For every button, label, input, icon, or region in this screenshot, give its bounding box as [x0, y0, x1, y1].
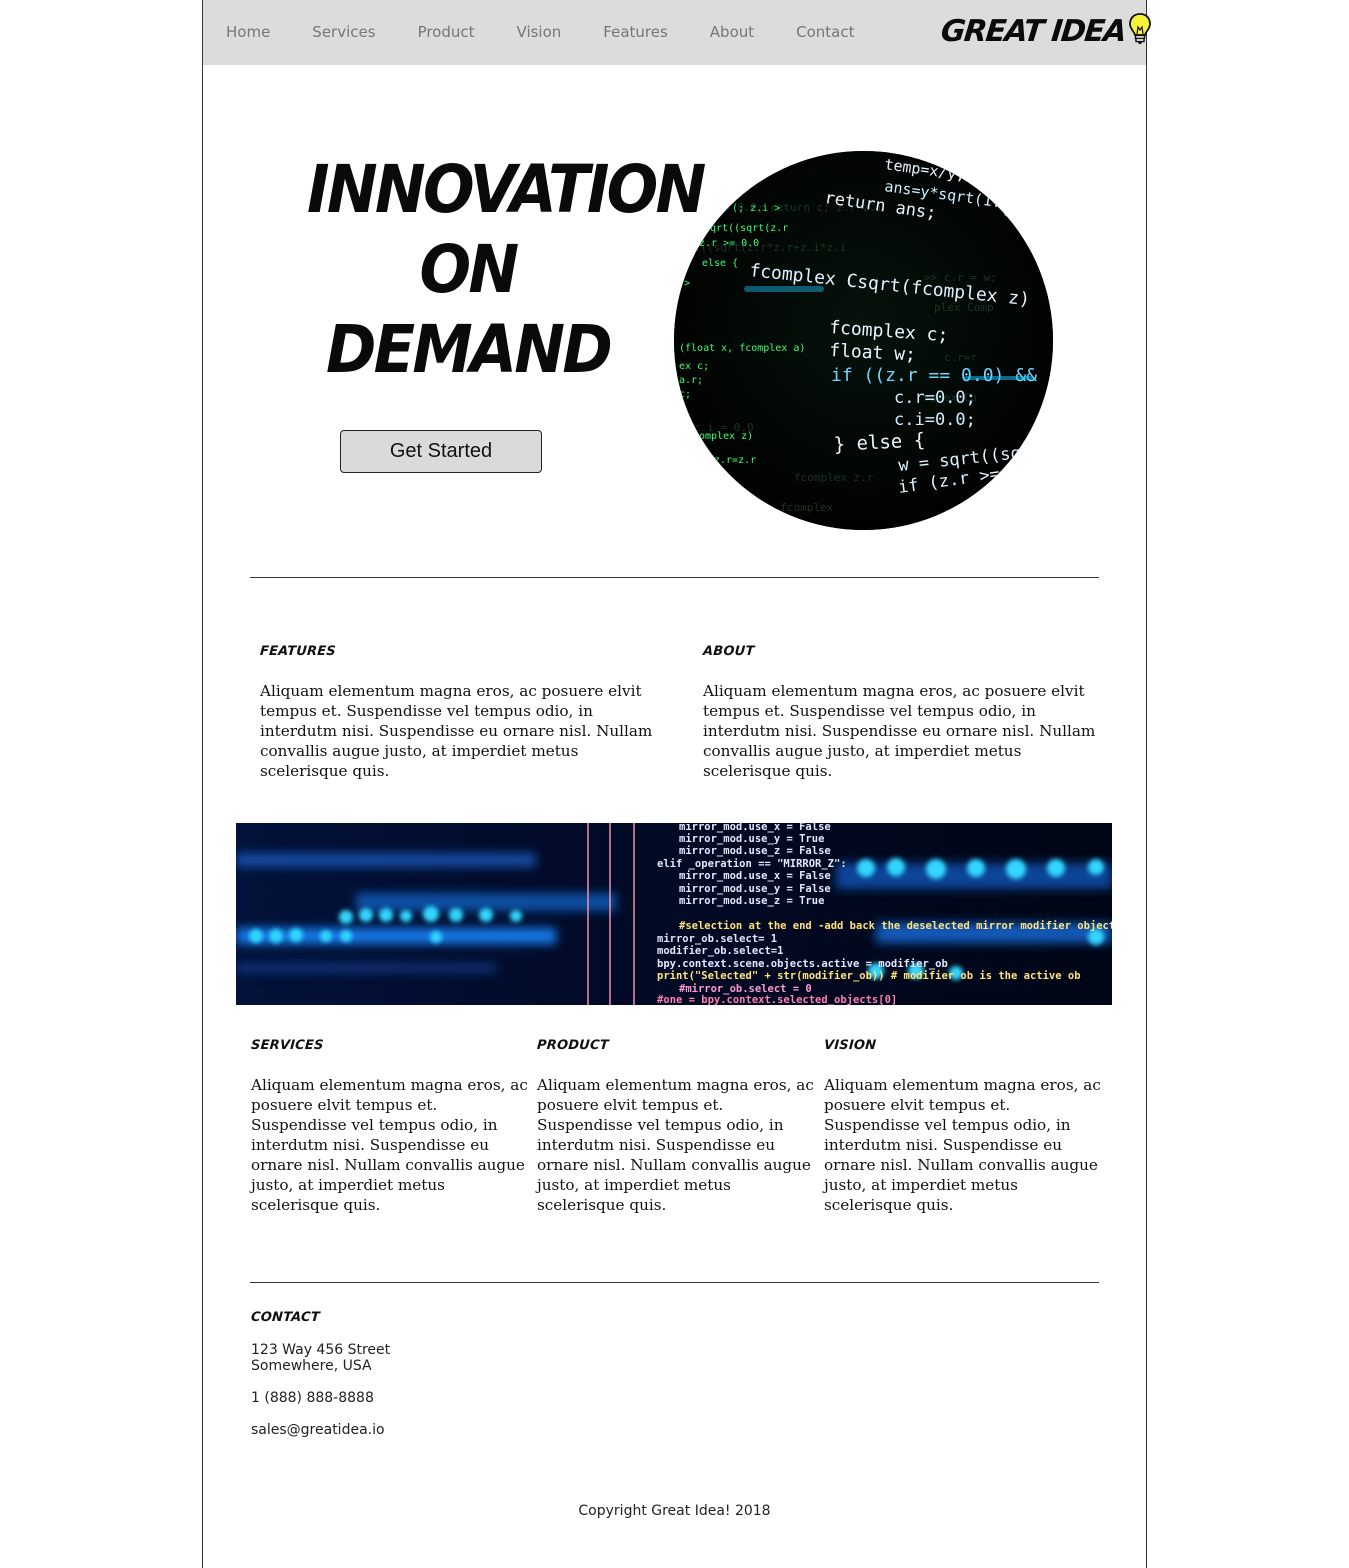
code-banner-graphic: mirror_mod.use_x = False mirror_mod.use_… [236, 823, 1112, 1005]
svg-text:c;: c; [679, 389, 691, 400]
svg-text:z.r=z.r: z.r=z.r [714, 455, 756, 466]
hero-code-line: if ((z.r == 0.0) && (z.i == 0.0)) [831, 365, 1053, 386]
vision-title: VISION [823, 1038, 877, 1053]
lightbulb-icon [1129, 13, 1152, 44]
code-screen-image: { c.i = 0.0; return c; z.r z.i sqrt((sqr… [674, 151, 1053, 530]
nav-links: Home Services Product Vision Features Ab… [226, 23, 897, 41]
nav-link-home[interactable]: Home [226, 23, 270, 41]
banner-code-line: #one = bpy.context.selected_objects[0] [657, 994, 897, 1005]
product-title: PRODUCT [536, 1038, 610, 1053]
code-banner-image: mirror_mod.use_x = False mirror_mod.use_… [236, 823, 1112, 1005]
nav-link-product[interactable]: Product [418, 23, 475, 41]
about-body: Aliquam elementum magna eros, ac posuere… [703, 682, 1096, 780]
hero-title: INNOVATION ON DEMAND [307, 150, 706, 390]
svg-text:fcomplex z.r: fcomplex z.r [794, 471, 874, 484]
banner-code-line: mirror_mod.use_z = True [679, 895, 824, 907]
banner-code-line: mirror_mod.use_z = False [679, 845, 831, 857]
services-title: SERVICES [250, 1038, 325, 1053]
svg-text:(float x, fcomplex a): (float x, fcomplex a) [679, 343, 805, 354]
banner-code-line: mirror_mod.use_y = False [679, 883, 831, 895]
svg-text:ex c;: ex c; [679, 361, 709, 372]
svg-text:omplex z): omplex z) [699, 431, 753, 442]
vision-body: Aliquam elementum magna eros, ac posuere… [824, 1076, 1101, 1214]
banner-code-line: print("Selected" + str(modifier_ob)) # m… [657, 970, 1081, 982]
footer-copyright: Copyright Great Idea! 2018 [578, 1503, 771, 1519]
hero-title-line: INNOVATION [307, 151, 706, 228]
svg-text:>: > [684, 278, 690, 289]
logo-text: GREAT IDEA [939, 13, 1128, 49]
banner-code-line: mirror_mod.use_x = False [679, 870, 831, 882]
banner-code-line: bpy.context.scene.objects.active = modif… [657, 958, 948, 970]
services-body: Aliquam elementum magna eros, ac posuere… [251, 1076, 528, 1214]
page: Home Services Product Vision Features Ab… [202, 0, 1152, 1568]
banner-code-line: mirror_mod.use_y = True [679, 833, 824, 845]
hero-code-image: { c.i = 0.0; return c; z.r z.i sqrt((sqr… [674, 151, 1053, 530]
banner-code-line: mirror_mod.use_x = False [679, 823, 831, 833]
svg-text:z.r >= 0.0: z.r >= 0.0 [699, 238, 759, 249]
top-nav: Home Services Product Vision Features Ab… [203, 0, 1152, 65]
hero-title-line: DEMAND [326, 311, 613, 388]
nav-link-vision[interactable]: Vision [517, 23, 562, 41]
contact-title: CONTACT [250, 1310, 321, 1325]
banner-code-line: #selection at the end -add back the dese… [679, 920, 1112, 932]
about-title: ABOUT [702, 644, 755, 659]
contact-email[interactable]: sales@greatidea.io [251, 1422, 385, 1438]
nav-link-services[interactable]: Services [312, 23, 375, 41]
section-divider [250, 1282, 1099, 1283]
svg-text:sqrt((sqrt(z.r: sqrt((sqrt(z.r [704, 223, 788, 234]
svg-text:a.r;: a.r; [679, 375, 703, 386]
nav-link-about[interactable]: About [710, 23, 754, 41]
logo[interactable]: GREAT IDEA [939, 12, 1152, 50]
nav-link-contact[interactable]: Contact [796, 23, 854, 41]
contact-address-line2: Somewhere, USA [251, 1358, 372, 1374]
contact-address-line1: 123 Way 456 Street [251, 1342, 391, 1358]
contact-phone[interactable]: 1 (888) 888-8888 [251, 1390, 374, 1406]
banner-code-line: elif _operation == "MIRROR_Z": [657, 858, 847, 870]
svg-text:c.r=r: c.r=r [944, 351, 977, 364]
banner-code-line: modifier_ob.select=1 [657, 945, 783, 957]
features-body: Aliquam elementum magna eros, ac posuere… [260, 682, 653, 780]
product-body: Aliquam elementum magna eros, ac posuere… [537, 1076, 814, 1214]
get-started-button[interactable]: Get Started [340, 430, 542, 473]
section-divider [250, 577, 1099, 578]
hero-code-line: c.r=0.0; [894, 388, 976, 408]
hero-title-line: ON [419, 231, 520, 308]
svg-text:fr (; z.i >: fr (; z.i > [714, 203, 780, 214]
svg-text:else {: else { [702, 258, 738, 269]
features-title: FEATURES [259, 644, 337, 659]
nav-link-features[interactable]: Features [603, 23, 668, 41]
hero-code-line: c.i=0.0; [894, 410, 976, 430]
svg-text:z.r z.i = fcomplex: z.r z.i = fcomplex [714, 501, 834, 514]
banner-code-line: mirror_ob.select= 1 [657, 933, 777, 945]
